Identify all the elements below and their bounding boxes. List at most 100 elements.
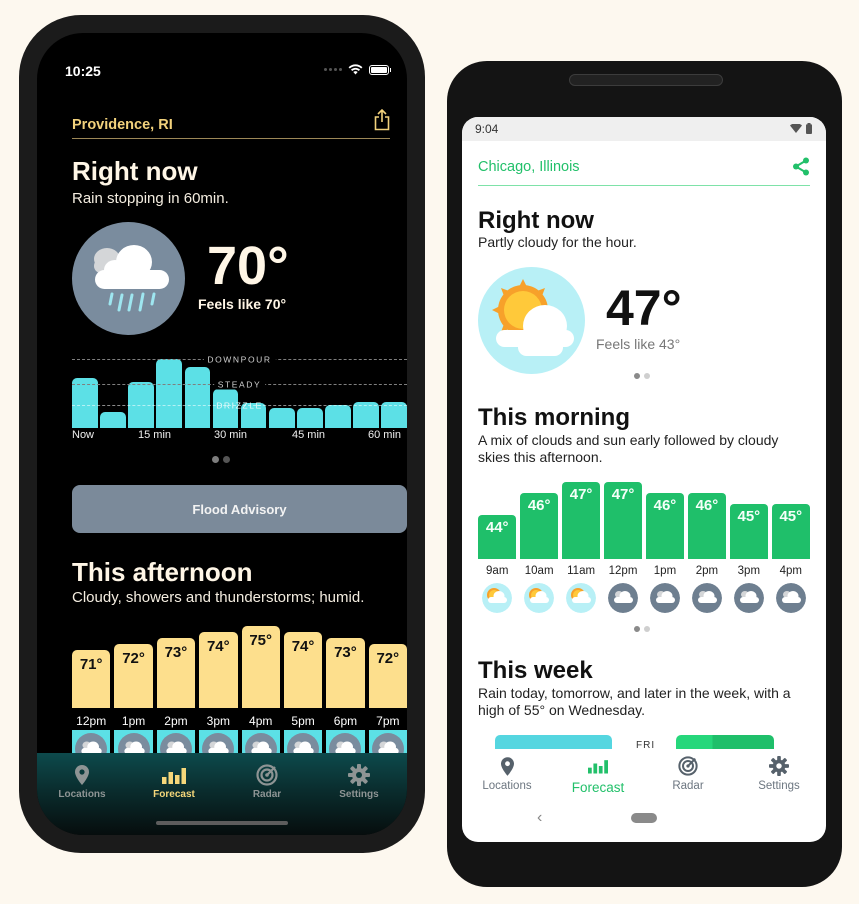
afternoon-title: This afternoon xyxy=(72,557,253,587)
speaker-grille xyxy=(569,74,723,86)
status-time: 10:25 xyxy=(65,63,101,79)
battery-icon xyxy=(369,64,391,75)
downpour-label: DOWNPOUR xyxy=(203,354,276,365)
home-indicator[interactable] xyxy=(156,821,288,825)
afternoon-summary: Cloudy, showers and thunderstorms; humid… xyxy=(72,589,365,606)
precipitation-bar xyxy=(325,405,351,428)
pager-dot[interactable] xyxy=(644,373,650,379)
pager-dot-active[interactable] xyxy=(634,626,640,632)
tab-settings[interactable]: Settings xyxy=(319,763,399,800)
tab-label: Locations xyxy=(58,789,106,800)
cloudy-icon xyxy=(691,583,722,613)
steady-guide: STEADY xyxy=(72,379,407,390)
precipitation-tick: 45 min xyxy=(292,429,326,441)
hour-label: 4pm xyxy=(249,714,273,728)
precipitation-bar xyxy=(184,367,211,428)
radar-icon xyxy=(678,756,698,776)
tab-settings[interactable]: Settings xyxy=(739,755,819,792)
tab-label: Locations xyxy=(482,780,532,792)
tab-locations[interactable]: Locations xyxy=(42,763,122,800)
hourly-temp-bar: 74° xyxy=(283,632,323,708)
tab-locations[interactable]: Locations xyxy=(467,755,547,792)
precipitation-tick: 30 min xyxy=(214,429,248,441)
right-now-title: Right now xyxy=(72,156,198,186)
hour-label: 9am xyxy=(486,565,509,577)
tab-label: Radar xyxy=(672,780,704,792)
steady-label: STEADY xyxy=(213,379,266,390)
status-time: 9:04 xyxy=(475,122,499,136)
location-name[interactable]: Providence, RI xyxy=(72,117,173,133)
pager-dots[interactable] xyxy=(212,456,230,463)
cloudy-icon xyxy=(775,583,806,613)
hour-label: 12pm xyxy=(76,714,107,728)
android-status-bar: 9:04 xyxy=(462,117,826,141)
hourly-temp-bar: 45° xyxy=(771,504,810,559)
tab-forecast[interactable]: Forecast xyxy=(134,763,214,800)
wifi-icon xyxy=(790,124,802,133)
partly-cloudy-icon xyxy=(482,583,513,613)
hour-labels: 9am 10am 11am 12pm 1pm 2pm 3pm 4pm xyxy=(478,565,810,579)
precipitation-bar xyxy=(156,359,182,428)
pager-dot[interactable] xyxy=(223,456,230,463)
downpour-guide: DOWNPOUR xyxy=(72,354,407,365)
pager-dot-active[interactable] xyxy=(634,373,640,379)
home-button[interactable] xyxy=(631,813,657,823)
hour-label: 5pm xyxy=(291,714,315,728)
current-temperature: 70° xyxy=(207,236,289,296)
cloudy-icon xyxy=(608,583,639,613)
hour-label: 2pm xyxy=(695,565,719,577)
pager-dots[interactable] xyxy=(634,626,650,632)
feels-like: Feels like 43° xyxy=(596,336,681,352)
hour-label: 1pm xyxy=(121,714,146,728)
precipitation-tick: 60 min xyxy=(368,429,402,441)
share-icon[interactable] xyxy=(374,109,390,131)
back-button[interactable]: ‹ xyxy=(537,809,542,827)
gear-icon xyxy=(769,756,789,776)
pager-dots[interactable] xyxy=(634,373,650,379)
location-name[interactable]: Chicago, Illinois xyxy=(478,159,580,175)
tab-radar[interactable]: Radar xyxy=(227,763,307,800)
ios-screen: 10:25 Providence, RI Right now Rain stop… xyxy=(37,33,407,835)
tab-forecast[interactable]: Forecast xyxy=(558,755,638,795)
tab-bar: Locations Forecast Radar Settings xyxy=(37,753,407,835)
tab-label: Forecast xyxy=(153,789,195,800)
hourly-temp-bar: 47° xyxy=(561,482,601,559)
hour-label: 3pm xyxy=(737,565,761,577)
hour-label: 11am xyxy=(567,565,596,577)
hourly-temp-bar: 75° xyxy=(241,626,280,708)
hour-label: 3pm xyxy=(206,714,230,728)
precipitation-bar xyxy=(72,377,98,428)
share-icon[interactable] xyxy=(792,157,810,176)
pager-dot-active[interactable] xyxy=(212,456,219,463)
precipitation-tick: 15 min xyxy=(138,429,172,441)
hourly-temp-bar: 72° xyxy=(114,644,153,708)
location-header: Chicago, Illinois xyxy=(478,154,810,186)
hourly-temp-bar: 46° xyxy=(687,493,727,559)
precipitation-bar xyxy=(297,408,323,428)
radar-icon xyxy=(256,764,278,786)
tab-radar[interactable]: Radar xyxy=(648,755,728,792)
hourly-temp-bar: 44° xyxy=(478,515,517,559)
precipitation-chart: DOWNPOUR STEADY DRIZZLE xyxy=(72,353,407,428)
gear-icon xyxy=(348,764,370,786)
location-pin-icon xyxy=(75,765,89,785)
ios-status-bar: 10:25 xyxy=(65,63,391,79)
partly-cloudy-icon xyxy=(478,267,585,374)
wifi-icon xyxy=(348,64,363,75)
right-now-title: Right now xyxy=(478,207,594,234)
rain-cloud-icon xyxy=(72,222,185,335)
precipitation-bar xyxy=(100,412,126,428)
hour-label: 6pm xyxy=(333,714,358,728)
precipitation-bar xyxy=(268,408,295,428)
flood-advisory-button[interactable]: Flood Advisory xyxy=(72,485,407,533)
drizzle-label: DRIZZLE xyxy=(216,400,263,411)
precipitation-tick: Now xyxy=(72,429,95,441)
current-temperature: 47° xyxy=(606,280,682,336)
week-title: This week xyxy=(478,657,593,684)
tab-label: Forecast xyxy=(571,780,625,795)
hourly-temp-bar: 71° xyxy=(72,650,111,708)
hour-label: 1pm xyxy=(653,565,677,577)
hourly-temp-bar: 74° xyxy=(199,632,238,708)
hour-label: 10am xyxy=(524,565,554,577)
pager-dot[interactable] xyxy=(644,626,650,632)
